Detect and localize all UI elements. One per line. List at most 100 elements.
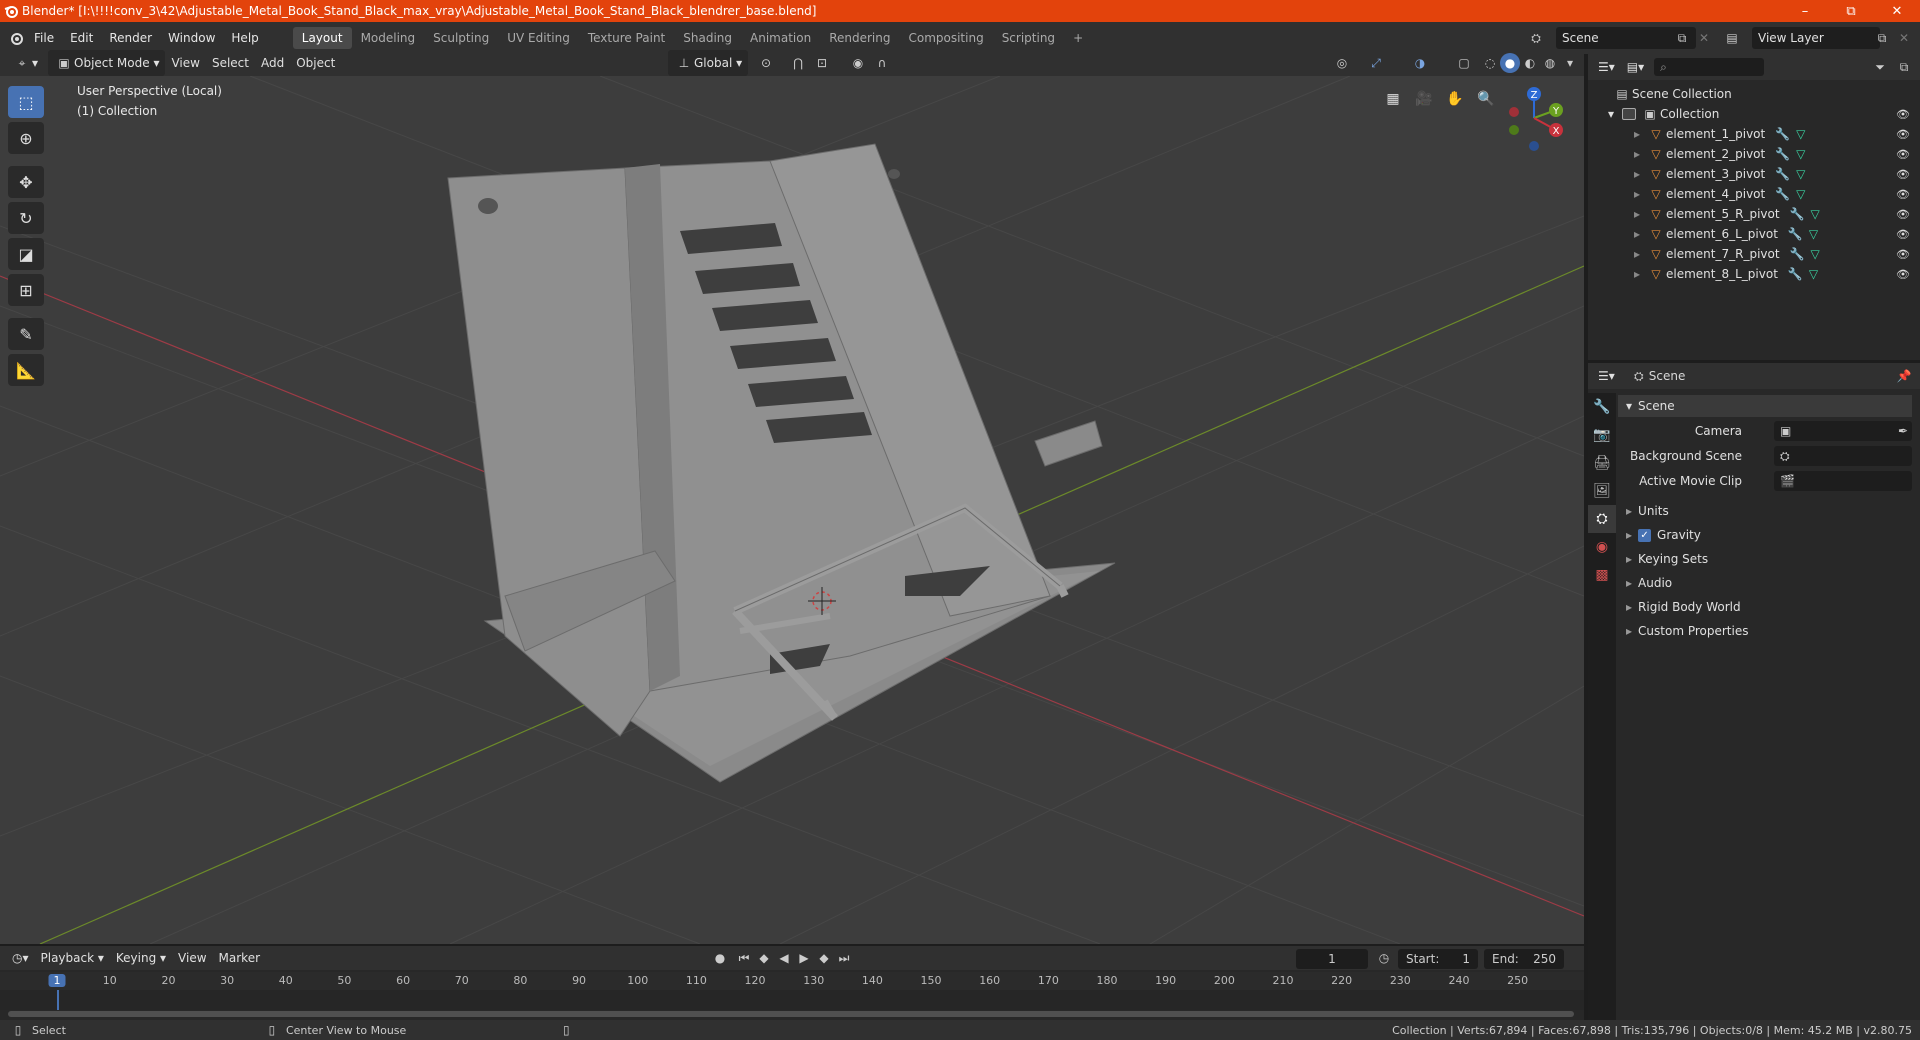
menu-select[interactable]: Select [206, 53, 255, 73]
scale-tool[interactable]: ◪ [8, 238, 44, 270]
rigid-body-world-panel[interactable]: ▸ Rigid Body World [1622, 596, 1912, 618]
audio-panel[interactable]: ▸ Audio [1622, 572, 1912, 594]
material-shading-icon[interactable]: ◐ [1520, 53, 1540, 73]
annotate-tool[interactable]: ✎ [8, 318, 44, 350]
menu-file[interactable]: File [26, 31, 62, 45]
menu-view[interactable]: View [165, 53, 205, 73]
display-mode-button[interactable]: ▤▾ [1621, 57, 1650, 77]
menu-edit[interactable]: Edit [62, 31, 101, 45]
play-icon[interactable]: ▶ [794, 948, 814, 968]
shading-options-icon[interactable]: ▾ [1560, 53, 1580, 73]
modifier-wrench-icon[interactable]: 🔧 [1775, 187, 1790, 201]
rotate-tool[interactable]: ↻ [8, 202, 44, 234]
expand-arrow-icon[interactable]: ▸ [1634, 247, 1646, 261]
modifier-wrench-icon[interactable]: 🔧 [1775, 127, 1790, 141]
falloff-icon[interactable]: ∩ [872, 53, 892, 73]
snap-icon[interactable]: ⋂ [788, 53, 808, 73]
visibility-eye-icon[interactable]: 👁 [1896, 128, 1910, 141]
tab-shading[interactable]: Shading [674, 27, 741, 49]
tab-scripting[interactable]: Scripting [993, 27, 1064, 49]
select-box-tool[interactable]: ⬚ [8, 86, 44, 118]
add-workspace-button[interactable]: + [1064, 27, 1092, 49]
view-layer-selector[interactable]: View Layer [1752, 27, 1880, 49]
pin-icon[interactable]: 📌 [1894, 366, 1914, 386]
menu-help[interactable]: Help [223, 31, 266, 45]
tab-scene[interactable]: ⛭ [1588, 505, 1616, 533]
new-view-layer-icon[interactable]: ⧉ [1872, 28, 1892, 48]
collection-checkbox[interactable] [1622, 108, 1636, 120]
outliner-scene-collection[interactable]: ▤ Scene Collection [1588, 84, 1920, 104]
pivot-point-icon[interactable]: ⊙ [756, 53, 776, 73]
expand-arrow-icon[interactable]: ▸ [1634, 127, 1646, 141]
tab-view-layer[interactable]: 🖼 [1588, 477, 1616, 505]
visibility-filter-icon[interactable]: ◎ [1332, 53, 1352, 73]
tab-compositing[interactable]: Compositing [899, 27, 992, 49]
clock-icon[interactable]: ◷ [1374, 948, 1394, 968]
timeline-scrollbar[interactable] [8, 1011, 1574, 1017]
transform-tool[interactable]: ⊞ [8, 274, 44, 306]
xray-toggle-icon[interactable]: ▢ [1454, 53, 1474, 73]
filter-icon[interactable]: ⏷ [1870, 57, 1890, 77]
new-collection-icon[interactable]: ⧉ [1894, 57, 1914, 77]
menu-render[interactable]: Render [101, 31, 160, 45]
visibility-eye-icon[interactable]: 👁 [1896, 168, 1910, 181]
mesh-data-icon[interactable]: ▽ [1796, 167, 1805, 181]
expand-arrow-icon[interactable]: ▸ [1634, 227, 1646, 241]
close-button[interactable]: ✕ [1874, 0, 1920, 22]
eyedropper-icon[interactable]: ✒ [1898, 424, 1908, 438]
units-panel[interactable]: ▸ Units [1622, 500, 1912, 522]
expand-arrow-icon[interactable]: ▸ [1634, 167, 1646, 181]
next-keyframe-icon[interactable]: ◆ [814, 948, 834, 968]
toggle-grid-view-icon[interactable]: ▦ [1380, 86, 1406, 112]
outliner-item[interactable]: ▸ ▽ element_1_pivot 🔧 ▽ 👁 [1588, 124, 1920, 144]
mesh-data-icon[interactable]: ▽ [1809, 267, 1818, 281]
mesh-data-icon[interactable]: ▽ [1796, 127, 1805, 141]
scene-icon[interactable]: ⛭ [1526, 28, 1546, 48]
maximize-button[interactable]: ⧉ [1828, 0, 1874, 22]
outliner-item[interactable]: ▸ ▽ element_7_R_pivot 🔧 ▽ 👁 [1588, 244, 1920, 264]
view-layer-icon[interactable]: ▤ [1722, 28, 1742, 48]
expand-arrow-icon[interactable]: ▸ [1634, 267, 1646, 281]
tab-rendering[interactable]: Rendering [820, 27, 899, 49]
current-frame-field[interactable]: 1 [1296, 949, 1368, 969]
mesh-data-icon[interactable]: ▽ [1809, 227, 1818, 241]
tab-texture[interactable]: ▩ [1588, 561, 1616, 589]
menu-keying[interactable]: Keying ▾ [110, 948, 172, 968]
delete-scene-icon[interactable]: ✕ [1694, 28, 1714, 48]
gravity-panel[interactable]: ▸ ✓ Gravity [1622, 524, 1912, 546]
visibility-eye-icon[interactable]: 👁 [1896, 268, 1910, 281]
visibility-eye-icon[interactable]: 👁 [1896, 148, 1910, 161]
camera-view-icon[interactable]: 🎥 [1411, 86, 1437, 112]
new-scene-icon[interactable]: ⧉ [1672, 28, 1692, 48]
measure-tool[interactable]: 📐 [8, 354, 44, 386]
tab-output[interactable]: 🖨 [1588, 449, 1616, 477]
record-icon[interactable]: ● [710, 948, 730, 968]
play-reverse-icon[interactable]: ◀ [774, 948, 794, 968]
tab-render[interactable]: 📷 [1588, 421, 1616, 449]
tab-texture-paint[interactable]: Texture Paint [579, 27, 674, 49]
visibility-eye-icon[interactable]: 👁 [1896, 248, 1910, 261]
zoom-view-icon[interactable]: 🔍 [1473, 86, 1499, 112]
outliner-item[interactable]: ▸ ▽ element_5_R_pivot 🔧 ▽ 👁 [1588, 204, 1920, 224]
mesh-data-icon[interactable]: ▽ [1796, 147, 1805, 161]
expand-arrow-icon[interactable]: ▸ [1634, 187, 1646, 201]
cursor-tool[interactable]: ⊕ [8, 122, 44, 154]
menu-add[interactable]: Add [255, 53, 290, 73]
expand-arrow-icon[interactable]: ▸ [1634, 147, 1646, 161]
tab-tool[interactable]: 🔧 [1588, 393, 1616, 421]
outliner-search-input[interactable]: ⌕ [1654, 58, 1765, 76]
menu-marker[interactable]: Marker [213, 948, 266, 968]
modifier-wrench-icon[interactable]: 🔧 [1790, 207, 1805, 221]
transform-orientation-dropdown[interactable]: ⊥ Global ▾ [668, 50, 749, 76]
mesh-data-icon[interactable]: ▽ [1796, 187, 1805, 201]
prev-keyframe-icon[interactable]: ◆ [754, 948, 774, 968]
visibility-eye-icon[interactable]: 👁 [1896, 108, 1910, 121]
modifier-wrench-icon[interactable]: 🔧 [1775, 147, 1790, 161]
expand-arrow-icon[interactable]: ▸ [1634, 207, 1646, 221]
jump-end-icon[interactable]: ⏭ [834, 948, 854, 968]
tab-modeling[interactable]: Modeling [352, 27, 425, 49]
outliner-item[interactable]: ▸ ▽ element_2_pivot 🔧 ▽ 👁 [1588, 144, 1920, 164]
menu-playback[interactable]: Playback ▾ [35, 948, 110, 968]
visibility-eye-icon[interactable]: 👁 [1896, 208, 1910, 221]
outliner-item[interactable]: ▸ ▽ element_8_L_pivot 🔧 ▽ 👁 [1588, 264, 1920, 284]
